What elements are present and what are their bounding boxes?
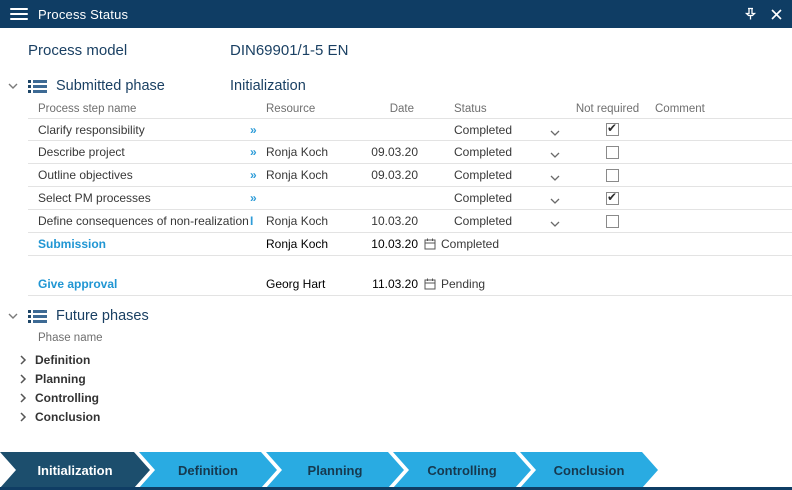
- not-required-checkbox[interactable]: [606, 192, 619, 205]
- phase-arrow-definition[interactable]: Definition: [139, 452, 277, 488]
- resource-name: Ronja Koch: [266, 168, 370, 182]
- resource-name: Georg Hart: [266, 277, 370, 291]
- future-phases-header: Future phases: [8, 304, 792, 328]
- date-value: 10.03.20: [370, 237, 418, 251]
- step-name: Select PM processes: [28, 191, 250, 205]
- milestone-status: Pending: [441, 277, 485, 291]
- submitted-phase-header: Submitted phase Initialization: [8, 74, 792, 98]
- chevron-right-icon[interactable]: [20, 412, 27, 422]
- table-row: Describe project » Ronja Koch 09.03.20 C…: [28, 141, 792, 164]
- process-steps-table: Process step name Resource Date Status N…: [28, 100, 792, 233]
- milestone-row: Submission Ronja Koch 10.03.20 Completed: [28, 233, 792, 256]
- table-row: Outline objectives » Ronja Koch 09.03.20…: [28, 164, 792, 187]
- phase-arrow-initialization[interactable]: Initialization: [0, 452, 150, 488]
- table-row: Define consequences of non-realization I…: [28, 210, 792, 233]
- future-phase-row[interactable]: Conclusion: [20, 407, 792, 426]
- menu-icon[interactable]: [10, 8, 28, 20]
- process-status-window: Process Status Process model DIN69901/1-…: [0, 0, 792, 490]
- assign-resource-icon[interactable]: »: [250, 145, 266, 159]
- chevron-down-icon[interactable]: [550, 129, 560, 137]
- chevron-right-icon[interactable]: [20, 393, 27, 403]
- table-row: Clarify responsibility » Completed: [28, 118, 792, 141]
- column-comment: Comment: [645, 103, 792, 115]
- column-date: Date: [370, 103, 418, 115]
- assign-resource-icon[interactable]: »: [250, 168, 266, 182]
- give-approval-link[interactable]: Give approval: [28, 277, 250, 291]
- window-title: Process Status: [38, 7, 128, 22]
- future-phases-title: Future phases: [56, 308, 149, 324]
- column-status: Status: [418, 103, 570, 115]
- date-value: 10.03.20: [370, 214, 418, 228]
- phase-name: Controlling: [35, 391, 99, 405]
- future-phase-row[interactable]: Definition: [20, 350, 792, 369]
- milestone-row: Give approval Georg Hart 11.03.20 Pendin…: [28, 273, 792, 296]
- future-phase-row[interactable]: Controlling: [20, 388, 792, 407]
- step-name: Define consequences of non-realization: [28, 214, 250, 228]
- phase-list-icon: [28, 309, 47, 324]
- process-model-row: Process model DIN69901/1-5 EN: [28, 38, 792, 62]
- submission-link[interactable]: Submission: [28, 237, 250, 251]
- close-icon[interactable]: [771, 9, 782, 20]
- resource-state-icon[interactable]: I: [250, 214, 266, 228]
- chevron-right-icon[interactable]: [20, 355, 27, 365]
- date-value: 09.03.20: [370, 168, 418, 182]
- table-row: Select PM processes » Completed: [28, 187, 792, 210]
- phase-arrow-controlling[interactable]: Controlling: [393, 452, 531, 488]
- future-phase-row[interactable]: Planning: [20, 369, 792, 388]
- date-value: 11.03.20: [370, 277, 418, 291]
- phase-name: Planning: [35, 372, 86, 386]
- phase-arrow-conclusion[interactable]: Conclusion: [520, 452, 658, 488]
- calendar-icon: [424, 238, 436, 250]
- milestone-status: Completed: [441, 237, 499, 251]
- phase-name: Conclusion: [35, 410, 100, 424]
- column-phase-name: Phase name: [38, 332, 792, 348]
- collapse-chevron-icon[interactable]: [8, 312, 18, 320]
- step-name: Clarify responsibility: [28, 123, 250, 137]
- resource-name: Ronja Koch: [266, 237, 370, 251]
- chevron-down-icon[interactable]: [550, 197, 560, 205]
- not-required-checkbox[interactable]: [606, 123, 619, 136]
- not-required-checkbox[interactable]: [606, 169, 619, 182]
- column-resource: Resource: [266, 103, 370, 115]
- chevron-down-icon[interactable]: [550, 151, 560, 159]
- assign-resource-icon[interactable]: »: [250, 191, 266, 205]
- phase-name: Definition: [35, 353, 90, 367]
- collapse-chevron-icon[interactable]: [8, 82, 18, 90]
- phase-list-icon: [28, 79, 47, 94]
- chevron-down-icon[interactable]: [550, 220, 560, 228]
- submitted-phase-title: Submitted phase: [56, 78, 165, 94]
- step-name: Outline objectives: [28, 168, 250, 182]
- submitted-phase-name: Initialization: [230, 78, 306, 94]
- phase-progress-bar: Initialization Definition Planning Contr…: [0, 452, 658, 488]
- pin-icon[interactable]: [744, 7, 757, 21]
- not-required-checkbox[interactable]: [606, 146, 619, 159]
- chevron-right-icon[interactable]: [20, 374, 27, 384]
- date-value: 09.03.20: [370, 145, 418, 159]
- process-model-label: Process model: [28, 42, 230, 59]
- table-header-row: Process step name Resource Date Status N…: [28, 100, 792, 118]
- resource-name: Ronja Koch: [266, 214, 370, 228]
- column-not-required: Not required: [570, 103, 645, 115]
- chevron-down-icon[interactable]: [550, 174, 560, 182]
- step-name: Describe project: [28, 145, 250, 159]
- not-required-checkbox[interactable]: [606, 215, 619, 228]
- process-model-value: DIN69901/1-5 EN: [230, 42, 348, 59]
- column-process-step-name: Process step name: [28, 103, 250, 115]
- resource-name: Ronja Koch: [266, 145, 370, 159]
- titlebar: Process Status: [0, 0, 792, 28]
- calendar-icon: [424, 278, 436, 290]
- phase-arrow-planning[interactable]: Planning: [266, 452, 404, 488]
- assign-resource-icon[interactable]: »: [250, 123, 266, 137]
